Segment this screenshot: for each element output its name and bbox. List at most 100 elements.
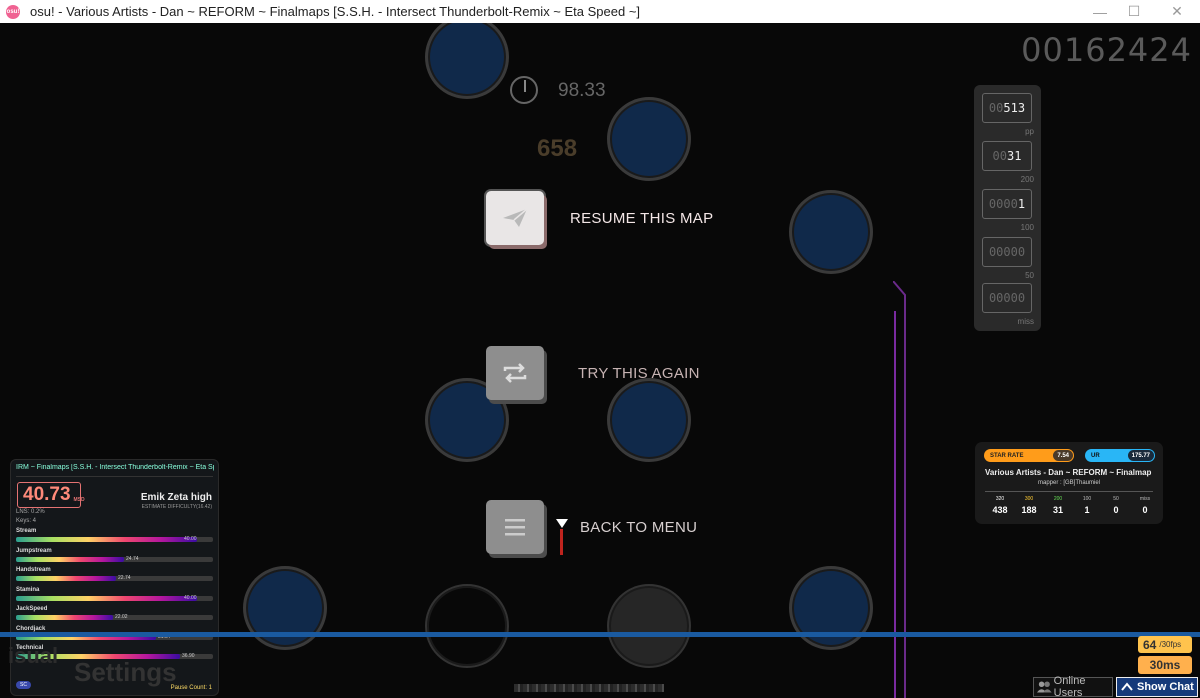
latency-counter: 30ms: [1138, 656, 1192, 674]
playfield-glitch: [514, 684, 664, 692]
users-icon: [1037, 681, 1052, 693]
skill-name: JackSpeed: [16, 606, 48, 612]
skill-name: Stamina: [16, 586, 40, 593]
judge-cell: 0000 1: [982, 189, 1032, 219]
back-label[interactable]: BACK TO MENU: [580, 519, 697, 536]
fps-value: 64: [1143, 637, 1157, 652]
minimize-button[interactable]: —: [1083, 0, 1117, 23]
skill-fill: [16, 576, 116, 581]
skill-fill: [16, 595, 197, 601]
osu-app-icon: osu!: [6, 4, 20, 19]
resume-button[interactable]: [486, 191, 544, 245]
progress-divider: [0, 632, 1200, 637]
estimate-difficulty: ESTIMATE DIFFICULTY(16.42): [141, 504, 212, 510]
back-option[interactable]: BACK TO MENU: [486, 500, 697, 554]
ghost-settings-text: Settings: [74, 657, 177, 687]
hit-count: 1: [1084, 505, 1090, 515]
skill-value: 22.02: [115, 614, 128, 620]
skill-track: 22.74: [16, 575, 213, 581]
msd-unit: MSD: [73, 496, 85, 503]
star-rate-value: 7.54: [1053, 450, 1073, 461]
resume-label[interactable]: RESUME THIS MAP: [570, 210, 713, 227]
hit-label: 300: [1024, 496, 1034, 502]
hit-count-column: 50 0: [1103, 496, 1129, 515]
hit-circle-pressed: [607, 584, 691, 668]
hit-label: 320: [995, 496, 1005, 502]
song-title: Various Artists - Dan ~ REFORM ~ Finalma…: [985, 468, 1152, 477]
window-titlebar: osu! osu! - Various Artists - Dan ~ REFO…: [0, 0, 1200, 23]
skill-fill: [16, 537, 197, 542]
accuracy-display: 98.33: [558, 80, 606, 101]
skill-track: 40.00: [16, 594, 213, 601]
hit-count: 0: [1142, 505, 1148, 515]
retry-button[interactable]: [486, 346, 544, 400]
hit-count: 188: [1021, 505, 1037, 515]
judge-cell: 00 513: [982, 93, 1032, 123]
ghost-visual-text: isual: [8, 643, 59, 668]
hit-circle: [425, 23, 509, 99]
show-chat-label[interactable]: Show Chat: [1137, 681, 1194, 693]
resume-option[interactable]: RESUME THIS MAP: [486, 191, 713, 245]
skill-name: Jumpstream: [16, 547, 52, 554]
ur-label: UR: [1091, 452, 1100, 459]
skill-value: 40.00: [184, 594, 197, 601]
skill-name: Handstream: [16, 567, 51, 573]
sc-badge[interactable]: SC: [16, 681, 31, 689]
fps-cap: /30fps: [1159, 640, 1182, 649]
judge-cell: 00000: [982, 237, 1032, 267]
skill-row: Stream 40.00: [16, 528, 213, 542]
hit-circle-outline: [425, 584, 509, 668]
skill-value: 22.74: [118, 575, 131, 581]
keys-text: Keys: 4: [16, 518, 37, 524]
msd-badge: 40.73 MSD: [17, 482, 85, 508]
hit-count: 438: [992, 505, 1008, 515]
score-display: 00162424: [1021, 31, 1192, 69]
panel-map-name: IRM ~ Finalmaps [S.S.H. - Intersect Thun…: [16, 464, 214, 471]
pause-count: Pause Count: 1: [170, 685, 212, 691]
hit-count-column: 320 438: [987, 496, 1013, 515]
skill-name: Chordjack: [16, 625, 46, 632]
window-title: osu! - Various Artists - Dan ~ REFORM ~ …: [30, 4, 641, 19]
lns-text: LNS: 0.2%: [16, 509, 45, 515]
judge-label: 200: [1020, 175, 1034, 184]
retry-option[interactable]: TRY THIS AGAIN: [486, 346, 700, 400]
skill-row: Jumpstream 24.74: [16, 548, 213, 562]
skill-value: 36.90: [182, 653, 195, 659]
hit-label: 50: [1113, 496, 1119, 502]
hit-count-column: 100 1: [1074, 496, 1100, 515]
player-label: Emik Zeta high: [140, 492, 212, 503]
show-chat-button[interactable]: Show Chat: [1116, 677, 1198, 697]
hit-count-column: miss 0: [1132, 496, 1158, 515]
star-rate-label: STAR RATE: [990, 452, 1024, 459]
chevron-up-icon: [1121, 682, 1133, 691]
judge-label: 100: [1020, 223, 1034, 232]
judge-label: pp: [1025, 127, 1034, 136]
hit-circle: [789, 566, 873, 650]
hit-label: 200: [1053, 496, 1063, 502]
star-rate-pill: STAR RATE 7.54: [984, 449, 1074, 462]
retry-label[interactable]: TRY THIS AGAIN: [578, 365, 700, 382]
skill-track: 22.02: [16, 614, 213, 620]
online-users-button[interactable]: Online Users: [1033, 675, 1113, 698]
hit-count-column: 300 188: [1016, 496, 1042, 515]
hit-count: 0: [1113, 505, 1119, 515]
skill-fill: [16, 556, 124, 562]
game-viewport: 00162424 98.33 658 RESUME THIS MAP TRY T…: [0, 23, 1200, 698]
judge-cell: 00 31: [982, 141, 1032, 171]
progress-pie-icon: [510, 76, 538, 104]
maximize-button[interactable]: ☐: [1117, 0, 1151, 23]
judge-cell: 00000: [982, 283, 1032, 313]
judge-label: miss: [1017, 317, 1034, 326]
close-button[interactable]: ✕: [1160, 0, 1194, 23]
msd-value: 40.73: [23, 484, 71, 505]
ur-pill: UR 175.77: [1085, 449, 1155, 462]
back-button[interactable]: [486, 500, 544, 554]
paper-plane-icon: [503, 208, 528, 227]
hit-circle: [243, 566, 327, 650]
skill-fill: [16, 615, 113, 620]
online-users-label[interactable]: Online Users: [1054, 675, 1112, 698]
map-info-panel: STAR RATE 7.54 UR 175.77 Various Artists…: [975, 442, 1163, 524]
skill-track: 24.74: [16, 556, 213, 562]
repeat-icon: [503, 363, 527, 383]
skill-name: Stream: [16, 528, 37, 534]
